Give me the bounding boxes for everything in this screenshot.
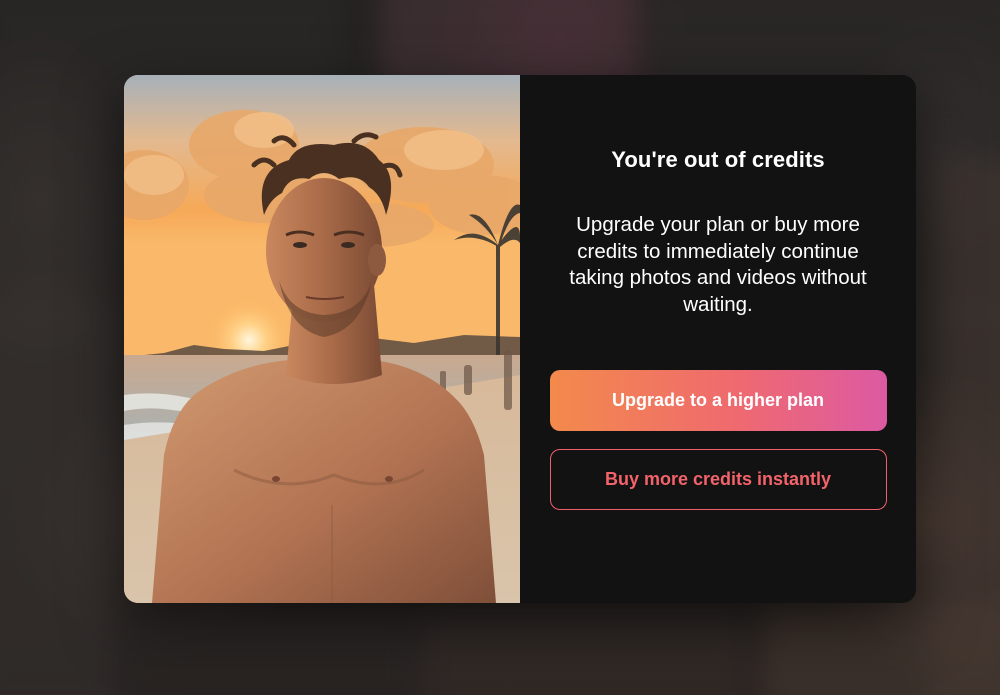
beach-portrait-image xyxy=(124,75,520,603)
modal-message: Upgrade your plan or buy more credits to… xyxy=(569,213,867,316)
modal-title: You're out of credits xyxy=(611,147,825,172)
modal-content: You're out of credits Upgrade your plan … xyxy=(520,75,916,603)
out-of-credits-modal: You're out of credits Upgrade your plan … xyxy=(124,75,916,603)
upgrade-plan-button[interactable]: Upgrade to a higher plan xyxy=(549,370,887,431)
buy-credits-button[interactable]: Buy more credits instantly xyxy=(549,449,887,510)
